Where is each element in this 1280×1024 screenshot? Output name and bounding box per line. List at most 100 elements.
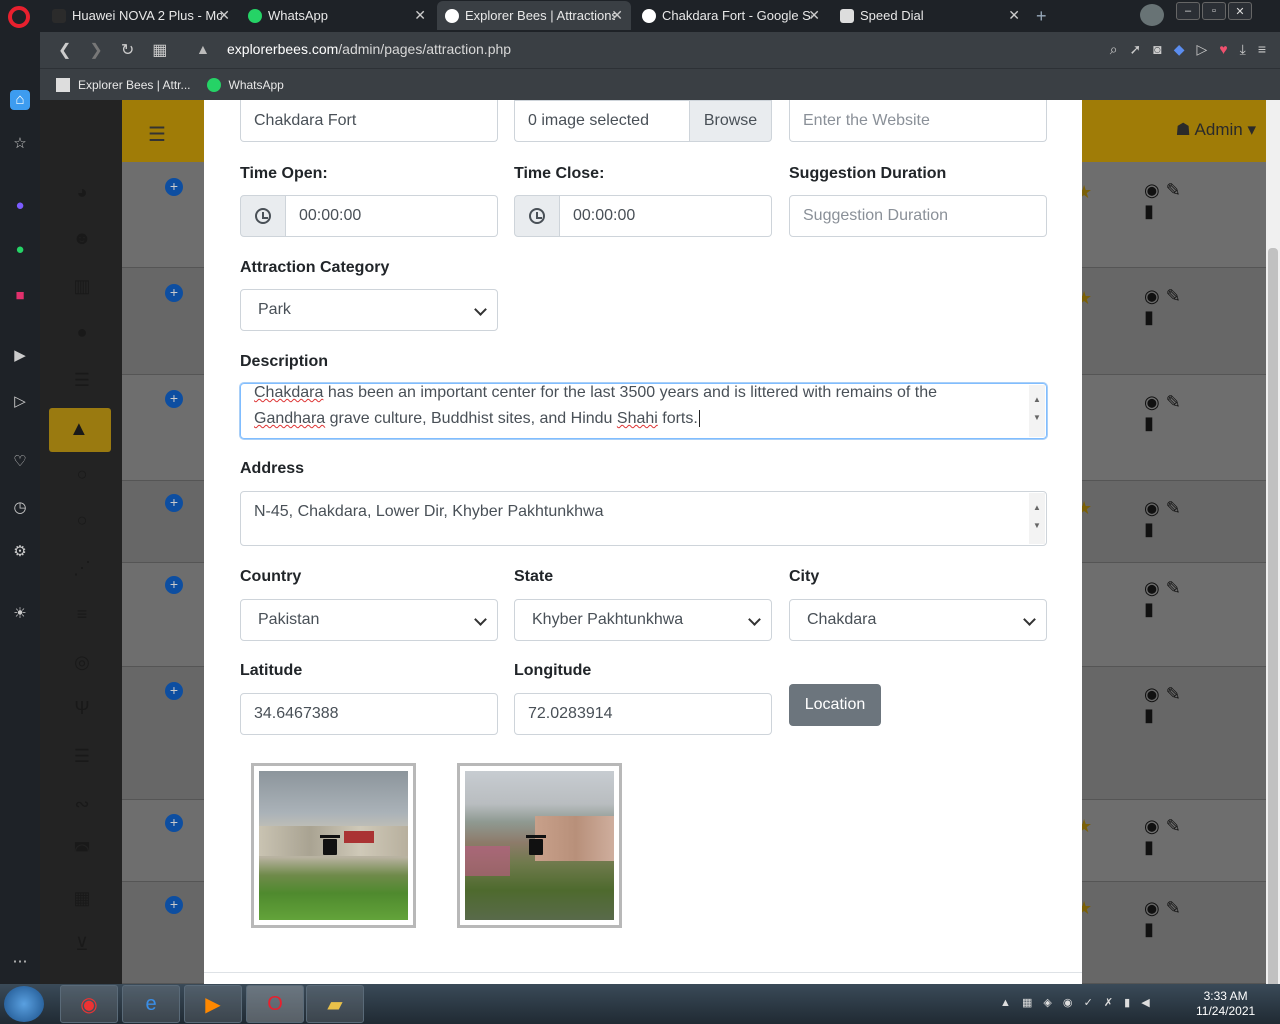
minimize-icon[interactable]: – [1176,2,1200,20]
menu-icon[interactable]: ≡ [1258,41,1266,58]
more-icon[interactable]: ⋯ [10,952,30,972]
time-open-value[interactable]: 00:00:00 [286,195,498,237]
utensils-icon[interactable]: Ψ [70,698,94,722]
expand-row-icon[interactable]: + [165,576,183,594]
latitude-input[interactable]: 34.6467388 [240,693,498,735]
circle-icon[interactable]: ○ [70,510,94,534]
attraction-image-thumbnail[interactable] [251,763,416,928]
row-actions[interactable]: ◉✎ ▮ [1144,578,1187,620]
map-pin-icon[interactable]: ● [70,322,94,346]
admin-user-menu[interactable]: ☗ Admin ▾ [1175,120,1256,140]
state-select[interactable]: Khyber Pakhtunkhwa [514,599,772,641]
row-actions[interactable]: ◉✎ ▮ [1144,180,1187,222]
hamburger-icon[interactable]: ☰ [148,122,166,147]
row-actions[interactable]: ◉✎ ▮ [1144,898,1187,940]
accessibility-icon[interactable]: ◎ [70,652,94,676]
tabs-grid-icon[interactable]: ▦ [152,40,167,60]
close-icon[interactable]: ✕ [611,7,623,24]
reload-icon[interactable]: ↻ [121,40,134,60]
row-actions[interactable]: ◉✎ ▮ [1144,392,1187,434]
attraction-category-select[interactable]: Park [240,289,498,331]
search-icon[interactable]: ⌕ [1110,41,1118,58]
car-icon[interactable]: ◚ [70,840,94,864]
close-icon[interactable]: ✕ [218,7,230,24]
download-icon[interactable]: ⤓ [1240,41,1246,58]
close-icon[interactable]: ✕ [414,7,426,24]
player-icon[interactable]: ▶ [10,346,30,366]
time-open-input[interactable]: 00:00:00 [240,195,498,237]
page-scrollbar[interactable] [1266,100,1280,992]
close-icon[interactable]: ✕ [1008,7,1020,24]
expand-row-icon[interactable]: + [165,814,183,832]
hotel-icon[interactable]: ▦ [70,888,94,912]
back-icon[interactable]: ❮ [58,40,71,60]
country-select[interactable]: Pakistan [240,599,498,641]
search-tabs-icon[interactable] [1140,4,1164,26]
row-actions[interactable]: ◉✎ ▮ [1144,684,1187,726]
warning-icon[interactable]: ▲ [196,41,210,57]
bookmark-explorer-bees[interactable]: Explorer Bees | Attr... [56,77,191,92]
description-textarea[interactable]: Chakdara has been an important center fo… [240,383,1047,439]
list-icon[interactable]: ☰ [70,370,94,394]
sidebar-item-attractions[interactable]: ▲ [49,408,111,452]
expand-row-icon[interactable]: + [165,284,183,302]
expand-row-icon[interactable]: + [165,178,183,196]
image-file-input[interactable]: 0 image selected Browse [514,100,772,142]
expand-row-icon[interactable]: + [165,896,183,914]
windows-start-icon[interactable] [4,986,44,1022]
ie-taskbar-icon[interactable]: e [122,985,180,1023]
delete-image-icon[interactable] [320,835,340,855]
city-select[interactable]: Chakdara [789,599,1047,641]
row-actions[interactable]: ◉✎ ▮ [1144,498,1187,540]
home-icon[interactable]: ⌂ [10,90,30,110]
longitude-input[interactable]: 72.0283914 [514,693,772,735]
send-icon[interactable]: ➚ [1130,41,1142,58]
whatsapp-icon[interactable]: ● [10,240,30,260]
tab-speed-dial[interactable]: Speed Dial ✕ [832,1,1028,30]
url-field[interactable]: explorerbees.com/admin/pages/attraction.… [227,41,511,57]
signal-icon[interactable]: ⋰ [70,558,94,582]
cart-icon[interactable]: ⊻ [70,934,94,958]
star-icon[interactable]: ☆ [10,134,30,154]
delete-image-icon[interactable] [526,835,546,855]
flow-icon[interactable]: ▷ [10,392,30,412]
system-tray[interactable]: ▲ ▦ ◈ ◉ ✓ ✗ ▮ ◀ [1000,996,1154,1009]
city-icon[interactable]: ▥ [70,276,94,300]
route-icon[interactable]: ∾ [70,794,94,818]
opera-logo-icon[interactable] [8,6,30,28]
textarea-scrollbar[interactable]: ▲ ▼ [1029,493,1045,544]
scrollbar-thumb[interactable] [1268,248,1278,992]
tab-whatsapp[interactable]: WhatsApp ✕ [240,1,434,30]
list-icon[interactable]: ☰ [70,746,94,770]
flow-icon[interactable]: ▷ [1197,41,1208,58]
chrome-taskbar-icon[interactable]: ◉ [60,985,118,1023]
instagram-icon[interactable]: ■ [10,286,30,306]
expand-row-icon[interactable]: + [165,682,183,700]
address-textarea[interactable]: N-45, Chakdara, Lower Dir, Khyber Pakhtu… [240,491,1047,546]
maximize-icon[interactable]: ▫ [1202,2,1226,20]
opera-taskbar-icon[interactable]: O [246,985,304,1023]
forward-icon[interactable]: ❯ [89,40,102,60]
close-window-icon[interactable]: ✕ [1228,2,1252,20]
tab-google-search[interactable]: Chakdara Fort - Google Sea ✕ [634,1,828,30]
tab-explorer-bees[interactable]: Explorer Bees | Attractions ✕ [437,1,631,30]
website-input[interactable]: Enter the Website [789,100,1047,142]
media-player-taskbar-icon[interactable]: ▶ [184,985,242,1023]
location-button[interactable]: Location [789,684,881,726]
bookmark-whatsapp[interactable]: WhatsApp [206,77,284,92]
suggestion-duration-input[interactable]: Suggestion Duration [789,195,1047,237]
scroll-down-icon[interactable]: ▼ [1033,513,1041,539]
dashboard-icon[interactable]: ◕ [70,182,94,206]
row-actions[interactable]: ◉✎ ▮ [1144,286,1187,328]
row-actions[interactable]: ◉✎ ▮ [1144,816,1187,858]
history-icon[interactable]: ◷ [10,498,30,518]
heart-icon[interactable]: ♡ [10,452,30,472]
taskbar-clock[interactable]: 3:33 AM 11/24/2021 [1196,989,1255,1019]
expand-row-icon[interactable]: + [165,390,183,408]
time-close-value[interactable]: 00:00:00 [560,195,772,237]
shield-icon[interactable]: ◆ [1174,41,1185,58]
camera-icon[interactable]: ◙ [1153,41,1161,58]
close-icon[interactable]: ✕ [808,7,820,24]
messenger-icon[interactable]: ● [10,196,30,216]
explorer-taskbar-icon[interactable]: ▰ [306,985,364,1023]
